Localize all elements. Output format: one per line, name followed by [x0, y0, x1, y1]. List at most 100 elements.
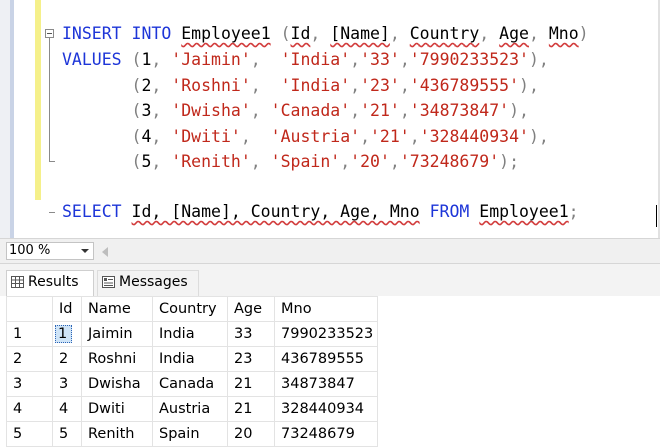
fold-line — [49, 38, 50, 162]
table-row[interactable]: 2 2 Roshni India 23 436789555 — [6, 346, 378, 372]
selected-cell-value: 1 — [55, 325, 73, 343]
results-grid-area: Id Name Country Age Mno 1 1 Jaimin India 33 7… — [0, 296, 660, 448]
keyword: FROM — [429, 202, 470, 221]
query-editor[interactable]: INSERT INTO Employee1 (Id, [Name], Count… — [0, 0, 660, 238]
table-row[interactable]: 4 4 Dwiti Austria 21 328440934 — [6, 396, 378, 422]
zoom-select[interactable]: 100 % — [6, 242, 94, 260]
grid-icon — [11, 276, 24, 288]
row-number[interactable]: 5 — [6, 421, 53, 447]
string-literal: '33' — [360, 50, 400, 69]
table-cell[interactable]: 34873847 — [274, 371, 378, 397]
table-cell[interactable]: Renith — [81, 421, 153, 447]
code-line-values[interactable]: (5, 'Renith', 'Spain','20','73248679'); — [62, 150, 520, 174]
row-number[interactable]: 3 — [6, 371, 53, 397]
table-row[interactable]: 1 1 Jaimin India 33 7990233523 — [6, 321, 378, 347]
column-header[interactable]: Country — [152, 296, 228, 322]
column-header[interactable]: Name — [81, 296, 153, 322]
table-cell[interactable]: Austria — [152, 396, 228, 422]
code-line-values[interactable]: (4, 'Dwiti', 'Austria','21','328440934')… — [62, 125, 549, 149]
results-grid[interactable]: Id Name Country Age Mno 1 1 Jaimin India 33 7… — [6, 296, 378, 447]
column-header[interactable]: Id — [52, 296, 82, 322]
table-cell[interactable]: India — [152, 346, 228, 372]
table-cell[interactable]: 33 — [227, 321, 275, 347]
column-header[interactable]: Age — [227, 296, 275, 322]
table-cell[interactable]: 328440934 — [274, 396, 378, 422]
tab-messages[interactable]: Messages — [97, 270, 199, 296]
table-cell[interactable]: Roshni — [81, 346, 153, 372]
value-id: 4 — [141, 126, 152, 146]
column-name: Id — [290, 24, 311, 43]
fold-end — [49, 161, 55, 162]
scroll-left-icon[interactable] — [102, 247, 108, 257]
string-literal: '328440934' — [419, 126, 529, 146]
string-literal: 'Roshni' — [171, 75, 251, 95]
table-cell[interactable]: Dwisha — [81, 371, 153, 397]
keyword: VALUES — [62, 50, 122, 69]
table-cell[interactable]: 4 — [52, 396, 82, 422]
row-number[interactable]: 2 — [6, 346, 53, 372]
chevron-down-icon[interactable] — [81, 249, 89, 253]
string-literal: 'Renith' — [171, 152, 251, 171]
table-cell[interactable]: 20 — [227, 421, 275, 447]
string-literal: '73248679' — [399, 152, 500, 171]
string-literal: '34873847' — [409, 101, 510, 120]
table-cell[interactable]: 73248679 — [274, 421, 378, 447]
table-cell[interactable]: 21 — [227, 371, 275, 397]
table-cell[interactable]: 1 — [52, 321, 82, 347]
selection-margin — [10, 0, 14, 238]
string-literal: '20' — [350, 152, 390, 171]
string-literal: 'Spain' — [270, 152, 341, 171]
code-line-insert[interactable]: INSERT INTO Employee1 (Id, [Name], Count… — [62, 22, 589, 46]
results-tabs: Results Messages — [0, 264, 660, 296]
string-literal: '23' — [360, 75, 400, 95]
punct: ) — [578, 24, 589, 43]
string-literal: '436789555' — [409, 75, 520, 95]
table-cell[interactable]: Dwiti — [81, 396, 153, 422]
string-literal: '21' — [370, 126, 410, 146]
table-cell[interactable]: Spain — [152, 421, 228, 447]
table-cell[interactable]: India — [152, 321, 228, 347]
table-name: Employee1 — [181, 24, 271, 43]
code-line-values[interactable]: VALUES (1, 'Jaimin', 'India','33','79902… — [62, 48, 549, 72]
table-cell[interactable]: 7990233523 — [274, 321, 378, 347]
messages-icon — [102, 276, 115, 288]
table-cell[interactable]: 5 — [52, 421, 82, 447]
collapse-icon[interactable] — [45, 29, 54, 38]
table-cell[interactable]: 2 — [52, 346, 82, 372]
code-line-select[interactable]: SELECT Id, [Name], Country, Age, Mno FRO… — [62, 200, 579, 224]
column-name: Mno — [548, 24, 579, 43]
table-cell[interactable]: Canada — [152, 371, 228, 397]
tab-results[interactable]: Results — [6, 270, 94, 296]
punct: ; — [568, 202, 579, 221]
column-header[interactable]: Mno — [274, 296, 378, 322]
table-cell[interactable]: 3 — [52, 371, 82, 397]
text-cursor — [656, 205, 657, 227]
table-cell[interactable]: 436789555 — [274, 346, 378, 372]
code-line-values[interactable]: (3, 'Dwisha', 'Canada','21','34873847'), — [62, 99, 529, 123]
value-id: 5 — [141, 152, 152, 171]
table-name: Employee1 — [479, 202, 569, 221]
table-cell[interactable]: 21 — [227, 396, 275, 422]
editor-statusbar: 100 % — [0, 238, 660, 264]
string-literal: 'Dwiti' — [171, 126, 241, 146]
string-literal: 'Dwisha' — [171, 101, 251, 120]
zoom-value: 100 % — [9, 243, 51, 258]
column-name: Age — [499, 24, 529, 43]
tab-messages-label: Messages — [119, 274, 188, 290]
string-literal: '21' — [360, 101, 400, 120]
select-columns: Id, [Name], Country, Age, Mno — [131, 202, 420, 221]
table-cell[interactable]: Jaimin — [81, 321, 153, 347]
code-line-values[interactable]: (2, 'Roshni', 'India','23','436789555'), — [62, 74, 539, 98]
keyword: INSERT — [62, 24, 122, 43]
table-cell[interactable]: 23 — [227, 346, 275, 372]
table-row[interactable]: 5 5 Renith Spain 20 73248679 — [6, 421, 378, 447]
row-number[interactable]: 4 — [6, 396, 53, 422]
table-row[interactable]: 3 3 Dwisha Canada 21 34873847 — [6, 371, 378, 397]
keyword: SELECT — [62, 202, 122, 221]
string-literal: 'Canada' — [270, 101, 351, 120]
string-literal: 'Jaimin' — [171, 50, 251, 69]
string-literal: 'Austria' — [270, 126, 361, 146]
row-number-header[interactable] — [6, 296, 53, 322]
row-number[interactable]: 1 — [6, 321, 53, 347]
fold-marker — [49, 212, 55, 213]
